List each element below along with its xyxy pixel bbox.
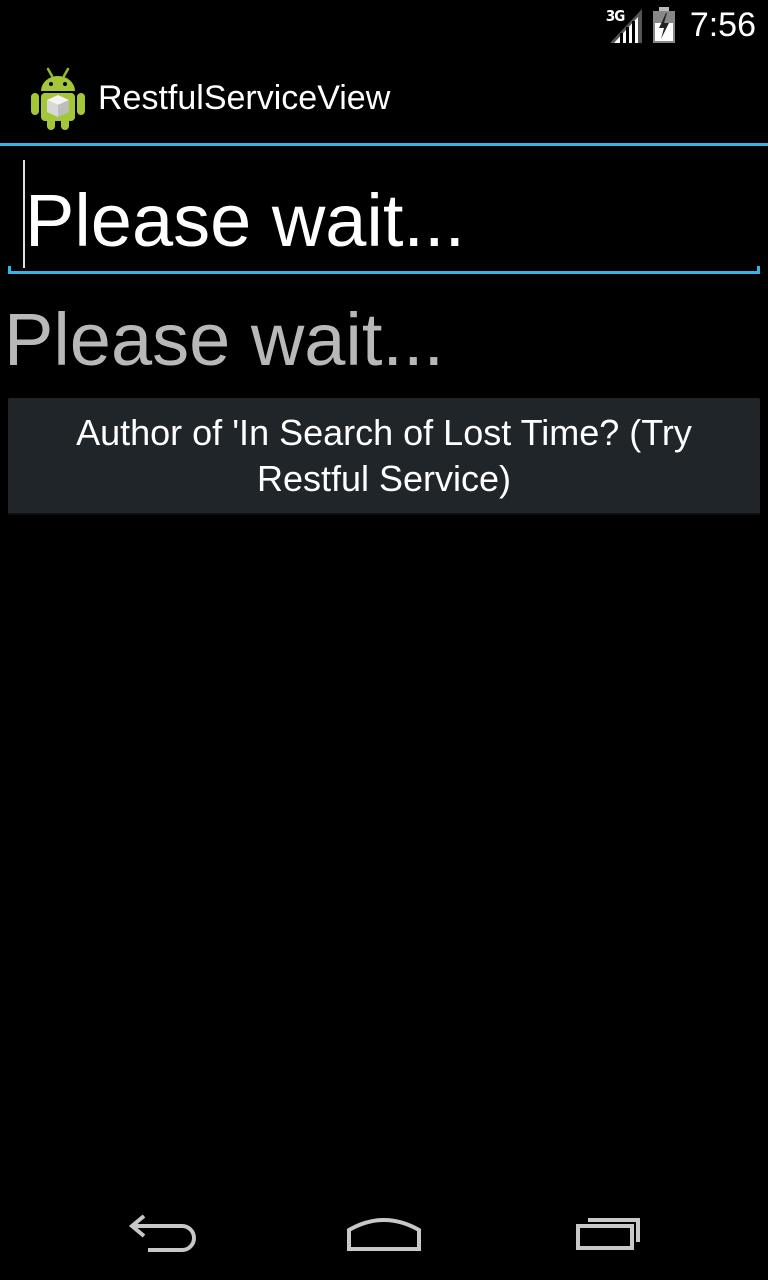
home-button[interactable] <box>329 1204 439 1260</box>
back-button[interactable] <box>105 1204 215 1260</box>
back-icon <box>128 1214 196 1252</box>
status-icons: 3G 7:56 <box>606 4 756 46</box>
navigation-bar <box>0 1184 768 1280</box>
clock: 7:56 <box>689 5 756 44</box>
action-bar-divider <box>0 143 768 146</box>
recent-apps-icon <box>576 1218 640 1250</box>
action-bar: RestfulServiceView <box>0 50 768 144</box>
recent-apps-button[interactable] <box>555 1204 665 1260</box>
signal-indicator: 3G <box>606 7 642 43</box>
signal-icon <box>609 9 642 43</box>
home-icon <box>347 1218 421 1251</box>
restful-service-button[interactable]: Author of 'In Search of Lost Time? (Try … <box>8 398 760 515</box>
android-app-icon[interactable] <box>28 65 88 131</box>
text-input-field[interactable]: Please wait... <box>8 156 760 274</box>
status-message: Please wait... <box>4 298 445 381</box>
status-bar: 3G 7:56 <box>0 0 768 50</box>
screen: 3G 7:56 RestfulServiceView Please wait..… <box>0 0 768 1280</box>
input-underline <box>8 266 760 274</box>
text-input-value[interactable]: Please wait... <box>25 176 465 266</box>
battery-icon <box>652 7 675 43</box>
app-title: RestfulServiceView <box>98 79 391 117</box>
